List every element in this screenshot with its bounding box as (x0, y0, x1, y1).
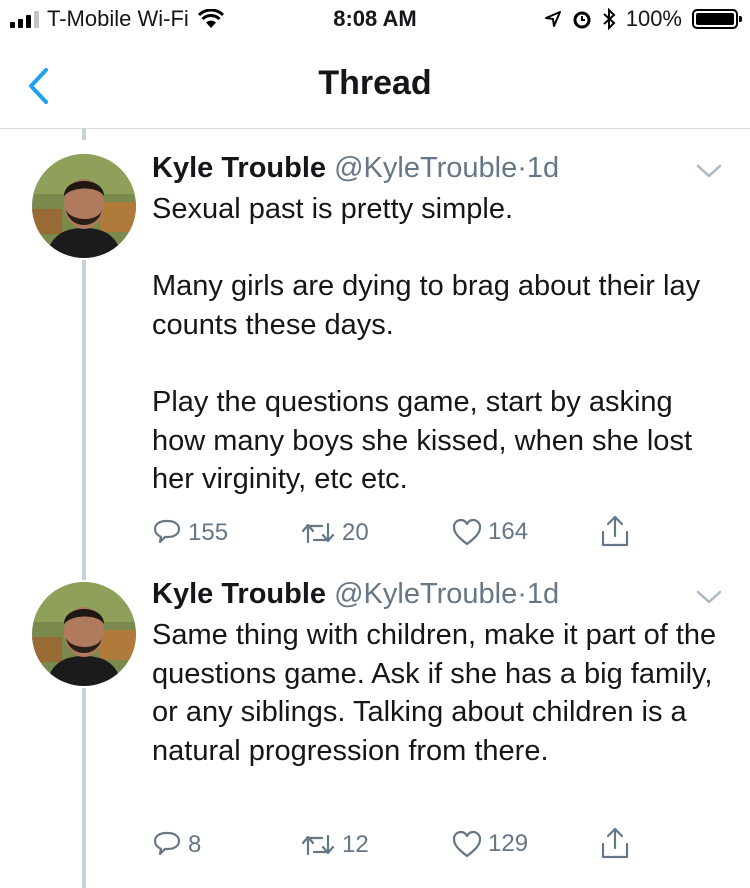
share-button[interactable] (600, 826, 630, 860)
like-count: 129 (488, 830, 529, 857)
share-button[interactable] (600, 514, 630, 548)
retweet-count: 20 (342, 519, 369, 546)
display-name[interactable]: Kyle Trouble (152, 152, 326, 184)
username[interactable]: @KyleTrouble (334, 152, 517, 184)
timestamp[interactable]: 1d (527, 578, 559, 610)
like-button[interactable]: 129 (452, 830, 528, 858)
display-name[interactable]: Kyle Trouble (152, 578, 326, 610)
reply-count: 155 (188, 519, 229, 546)
reply-icon (153, 519, 181, 544)
alarm-clock-icon (573, 11, 591, 29)
thread-connector-line (82, 688, 86, 888)
thread-connector-line (82, 128, 86, 140)
tweet-actions: 8 12 129 (152, 827, 652, 866)
status-bar: T-Mobile Wi-Fi 8:08 AM 100% (0, 0, 750, 40)
retweet-button[interactable]: 20 (300, 518, 369, 548)
timestamp[interactable]: 1d (527, 152, 559, 184)
retweet-count: 12 (342, 831, 369, 858)
tweet-header: Kyle Trouble @KyleTrouble·1d (152, 152, 559, 185)
tweet-header: Kyle Trouble @KyleTrouble·1d (152, 578, 559, 611)
heart-icon (452, 518, 482, 546)
chevron-down-icon[interactable] (696, 588, 722, 606)
location-arrow-icon (544, 11, 561, 27)
tweet-actions: 155 20 164 (152, 515, 652, 554)
chevron-down-icon[interactable] (696, 162, 722, 180)
retweet-icon (301, 834, 335, 856)
reply-button[interactable]: 155 (152, 518, 228, 548)
tweet-text: Same thing with children, make it part o… (152, 619, 717, 767)
retweet-button[interactable]: 12 (300, 830, 369, 860)
status-right: 100% (544, 6, 742, 32)
avatar[interactable] (32, 582, 136, 686)
reply-icon (153, 831, 181, 856)
share-icon (601, 515, 629, 547)
navigation-bar: Thread (0, 40, 750, 129)
battery-percent: 100% (625, 6, 682, 31)
retweet-icon (301, 522, 335, 544)
avatar[interactable] (32, 154, 136, 258)
heart-icon (452, 830, 482, 858)
reply-button[interactable]: 8 (152, 830, 201, 860)
share-icon (601, 827, 629, 859)
separator: · (517, 152, 527, 184)
thread-connector-line (82, 260, 86, 580)
separator: · (517, 578, 527, 610)
reply-count: 8 (188, 831, 202, 858)
page-title: Thread (318, 64, 432, 102)
tweet[interactable]: Kyle Trouble @KyleTrouble·1d Same thing … (0, 568, 750, 888)
battery-icon (692, 9, 742, 29)
username[interactable]: @KyleTrouble (334, 578, 517, 610)
bluetooth-icon (603, 8, 616, 30)
tweet-text: Sexual past is pretty simple. Many girls… (152, 193, 701, 496)
like-button[interactable]: 164 (452, 518, 528, 546)
tweet[interactable]: Kyle Trouble @KyleTrouble·1d Sexual past… (0, 140, 750, 580)
like-count: 164 (488, 518, 529, 545)
